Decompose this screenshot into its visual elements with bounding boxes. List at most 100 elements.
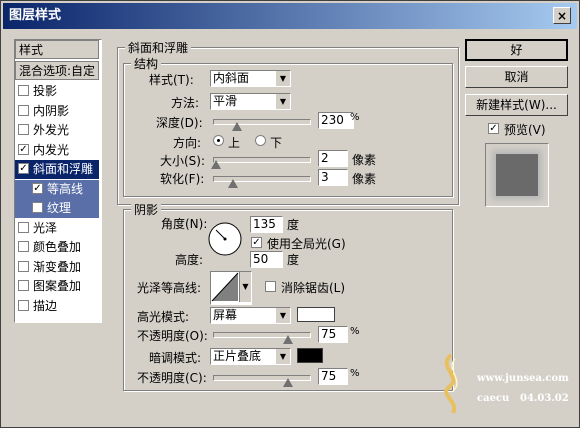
slider-thumb-icon[interactable] — [211, 160, 221, 169]
angle-label: 角度(N): — [161, 217, 208, 231]
cancel-button[interactable]: 取消 — [465, 66, 568, 88]
highlight-opacity-slider[interactable] — [213, 332, 311, 344]
preview-checkbox[interactable]: ✓ — [488, 123, 499, 134]
direction-up-label: 上 — [228, 136, 241, 150]
gloss-contour-picker[interactable]: ▼ — [210, 271, 252, 305]
style-item[interactable]: ✓ 内发光 — [15, 141, 99, 160]
style-item[interactable]: 内阴影 — [15, 102, 99, 121]
window-title: 图层样式 — [9, 8, 62, 23]
checkbox-icon[interactable] — [18, 221, 29, 233]
style-item[interactable]: 外发光 — [15, 121, 99, 140]
title-bar: 图层样式 × — [3, 3, 577, 29]
soften-slider[interactable] — [213, 176, 311, 188]
anti-alias-checkbox[interactable] — [265, 281, 276, 292]
style-item-label: 投影 — [33, 84, 58, 98]
style-select[interactable]: 内斜面 ▼ — [210, 70, 291, 87]
style-item-label: 等高线 — [47, 181, 84, 196]
close-icon[interactable]: × — [553, 7, 571, 24]
dropdown-arrow-icon[interactable]: ▼ — [275, 71, 290, 86]
slider-thumb-icon[interactable] — [232, 122, 242, 131]
anti-alias-label: 消除锯齿(L) — [281, 281, 346, 295]
shading-title: 阴影 — [131, 201, 162, 218]
size-input[interactable]: 2 — [318, 150, 348, 167]
checkbox-icon[interactable] — [18, 104, 29, 116]
checkbox-icon[interactable] — [32, 202, 43, 213]
direction-up-radio[interactable] — [213, 135, 224, 146]
highlight-opacity-unit: % — [350, 326, 360, 337]
style-item[interactable]: 投影 — [15, 82, 99, 101]
layer-style-dialog: 图层样式 × 样式 混合选项:自定 投影内阴影外发光 ✓ 内发光 ✓ 斜面和浮雕 ✓ 等高线… — [0, 0, 580, 428]
watermark-author: caecu — [477, 393, 510, 404]
soften-unit: 像素 — [352, 172, 377, 186]
style-item-label: 斜面和浮雕 — [33, 162, 94, 176]
angle-input[interactable]: 135 — [250, 216, 283, 233]
style-item-label: 纹理 — [47, 201, 72, 215]
style-item[interactable]: 渐变叠加 — [15, 258, 99, 277]
altitude-input[interactable]: 50 — [250, 251, 283, 268]
slider-thumb-icon[interactable] — [228, 179, 238, 188]
depth-input[interactable]: 230 — [318, 112, 354, 129]
global-light-label: 使用全局光(G) — [267, 237, 346, 251]
style-item-label: 图案叠加 — [33, 279, 82, 293]
technique-select[interactable]: 平滑 ▼ — [210, 93, 291, 110]
style-item[interactable]: 纹理 — [15, 199, 99, 218]
highlight-opacity-label: 不透明度(O): — [137, 329, 208, 343]
depth-label: 深度(D): — [156, 116, 203, 130]
style-item[interactable]: ✓ 等高线 — [15, 179, 99, 199]
shadow-opacity-label: 不透明度(C): — [137, 371, 207, 385]
blending-options-item[interactable]: 混合选项:自定 — [15, 61, 99, 80]
dropdown-arrow-icon[interactable]: ▼ — [275, 94, 290, 109]
dropdown-arrow-icon[interactable]: ▼ — [239, 272, 251, 302]
size-unit: 像素 — [352, 153, 377, 167]
direction-down-label: 下 — [270, 136, 283, 150]
style-item[interactable]: ✓ 斜面和浮雕 — [15, 160, 99, 179]
highlight-mode-value: 屏幕 — [213, 308, 238, 322]
direction-label: 方向: — [173, 136, 202, 150]
style-item-label: 渐变叠加 — [33, 259, 82, 274]
gloss-contour-label: 光泽等高线: — [137, 281, 202, 295]
checkbox-icon[interactable] — [18, 260, 29, 272]
style-item-label: 内阴影 — [33, 103, 70, 118]
checkbox-icon[interactable] — [18, 299, 29, 311]
ok-button[interactable]: 好 — [465, 39, 568, 61]
global-light-checkbox[interactable]: ✓ — [251, 237, 262, 248]
checkbox-icon[interactable]: ✓ — [18, 163, 29, 174]
soften-label: 软化(F): — [160, 172, 205, 186]
slider-thumb-icon[interactable] — [283, 378, 293, 387]
shadow-opacity-slider[interactable] — [213, 375, 311, 387]
shadow-color-swatch[interactable] — [297, 348, 323, 363]
style-item[interactable]: 描边 — [15, 297, 99, 316]
soften-input[interactable]: 3 — [318, 169, 348, 186]
checkbox-icon[interactable]: ✓ — [18, 143, 29, 155]
style-item-label: 内发光 — [33, 142, 70, 157]
checkbox-icon[interactable] — [18, 85, 29, 96]
highlight-mode-select[interactable]: 屏幕 ▼ — [210, 307, 291, 324]
checkbox-icon[interactable] — [18, 241, 29, 252]
style-item-label: 光泽 — [33, 220, 58, 235]
checkbox-icon[interactable] — [18, 280, 29, 291]
highlight-opacity-input[interactable]: 75 — [318, 326, 348, 343]
size-slider[interactable] — [211, 157, 311, 169]
style-item[interactable]: 图案叠加 — [15, 277, 99, 296]
dropdown-arrow-icon[interactable]: ▼ — [275, 308, 290, 323]
style-item[interactable]: 颜色叠加 — [15, 238, 99, 257]
shadow-mode-select[interactable]: 正片叠底 ▼ — [210, 348, 291, 365]
angle-dial-icon[interactable] — [207, 221, 243, 257]
contour-curve-icon — [211, 272, 239, 302]
depth-slider[interactable] — [213, 119, 311, 131]
altitude-unit: 度 — [287, 253, 300, 267]
style-item[interactable]: 光泽 — [15, 219, 99, 238]
direction-down-radio[interactable] — [255, 135, 266, 146]
style-select-value: 内斜面 — [213, 71, 250, 85]
checkbox-icon[interactable]: ✓ — [32, 182, 43, 194]
dropdown-arrow-icon[interactable]: ▼ — [275, 349, 290, 364]
new-style-button[interactable]: 新建样式(W)... — [465, 94, 568, 116]
checkbox-icon[interactable] — [18, 124, 29, 135]
shadow-opacity-input[interactable]: 75 — [318, 368, 348, 385]
shadow-mode-value: 正片叠底 — [213, 349, 262, 363]
highlight-color-swatch[interactable] — [297, 307, 335, 322]
slider-thumb-icon[interactable] — [283, 335, 293, 344]
styles-header[interactable]: 样式 — [15, 40, 99, 59]
style-item-label: 颜色叠加 — [33, 240, 82, 254]
technique-select-value: 平滑 — [213, 94, 238, 108]
